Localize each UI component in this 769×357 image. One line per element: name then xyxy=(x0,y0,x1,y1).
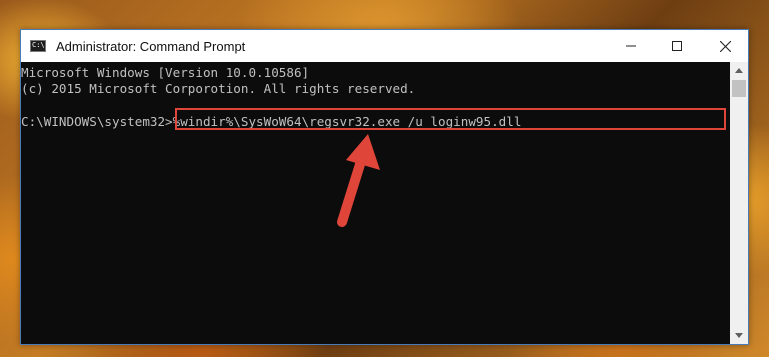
scroll-down-button[interactable] xyxy=(730,327,748,344)
pointer-arrow-icon xyxy=(337,134,380,227)
console-app-icon: C:\ xyxy=(30,40,46,52)
console-line-copyright: (c) 2015 Microsoft Corporotion. All righ… xyxy=(21,81,416,96)
scrollbar-thumb[interactable] xyxy=(732,80,746,97)
console-line-version: Microsoft Windows [Version 10.0.10586] xyxy=(21,65,310,80)
command-prompt-window: C:\ Administrator: Command Prompt Micros… xyxy=(20,29,749,345)
scroll-down-icon xyxy=(735,333,743,338)
scroll-up-button[interactable] xyxy=(730,62,748,79)
vertical-scrollbar[interactable] xyxy=(730,62,748,344)
window-title: Administrator: Command Prompt xyxy=(56,38,246,54)
title-bar[interactable]: C:\ Administrator: Command Prompt xyxy=(21,30,748,62)
command-highlight-box xyxy=(175,108,726,130)
minimize-icon xyxy=(626,45,636,47)
close-button[interactable] xyxy=(702,30,748,62)
scroll-up-icon xyxy=(735,68,743,73)
close-icon xyxy=(719,40,731,52)
minimize-button[interactable] xyxy=(608,30,654,62)
maximize-icon xyxy=(672,41,682,51)
maximize-button[interactable] xyxy=(654,30,700,62)
